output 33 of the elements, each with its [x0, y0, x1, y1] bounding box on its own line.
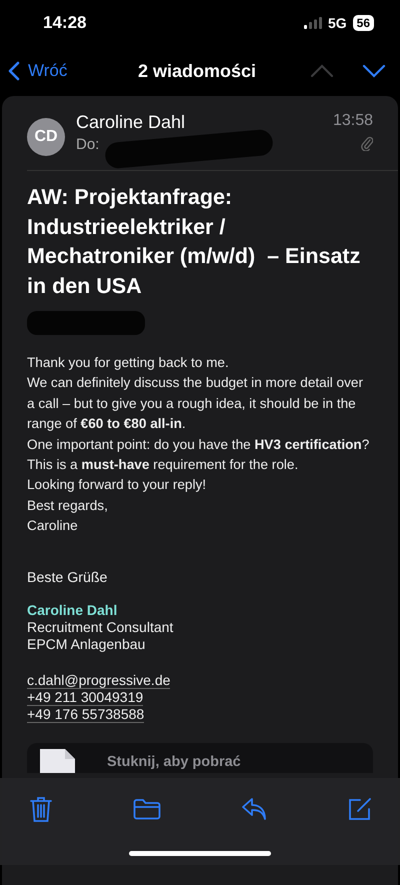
signature-name: Caroline Dahl	[27, 602, 118, 619]
signature-text: EPCM Anlagenbau	[27, 636, 146, 653]
body-text: Best regards,	[27, 496, 109, 515]
body-text: We can definitely discuss the budget in more detail over a call – but to give you a rough idea, it should be in the range of €60 to €80 all-in.	[27, 374, 364, 434]
contact-link[interactable]: +49 176 55738588	[27, 706, 144, 723]
attachment-card[interactable]: Stuknij, aby pobrać	[27, 742, 373, 773]
contact-link[interactable]: c.dahl@progressive.de	[27, 672, 170, 689]
trash-icon[interactable]	[30, 796, 52, 822]
body-text: This is a must-have requirement for the role.	[27, 456, 300, 474]
status-time: 14:28	[43, 13, 86, 33]
signature-text: Recruitment Consultant	[27, 618, 174, 636]
message-time: 13:58	[332, 112, 373, 130]
closing-text: Beste Grüße	[27, 570, 108, 586]
body-text: Caroline	[27, 517, 79, 536]
nav-title: 2 wiadomości	[138, 60, 256, 82]
signal-icon	[304, 17, 322, 29]
folder-icon[interactable]	[132, 798, 161, 820]
sender-name: Caroline Dahl	[76, 112, 186, 133]
body-text: One important point: do you have the HV3 certification?	[27, 436, 370, 454]
body-text: Thank you for getting back to me.	[27, 354, 230, 372]
contact-link[interactable]: +49 211 30049319	[27, 688, 144, 706]
compose-icon[interactable]	[348, 797, 372, 821]
back-button[interactable]: Wróć	[8, 61, 68, 81]
message-subject: AW: Projektanfrage: Industrieelektriker / Mechatroniker (m/w/d) – Einsatz in den USA	[27, 184, 362, 300]
recipient-label: Do:	[76, 136, 100, 153]
chevron-left-icon	[8, 61, 20, 81]
avatar: CD	[27, 118, 65, 156]
battery-indicator: 56	[352, 15, 374, 31]
body-text: Looking forward to your reply!	[27, 476, 208, 494]
reply-icon[interactable]	[241, 797, 268, 821]
chevron-down-icon[interactable]	[362, 64, 386, 78]
network-label: 5G	[328, 15, 347, 31]
document-icon	[37, 748, 77, 773]
